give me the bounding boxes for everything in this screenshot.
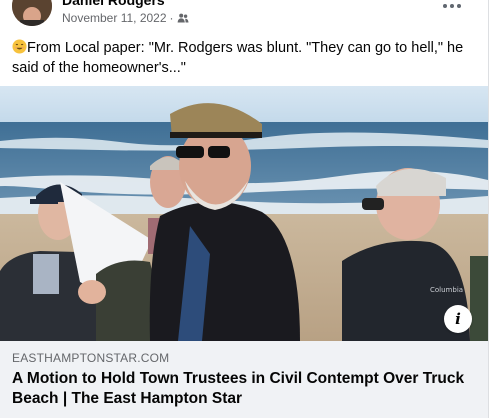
more-options-button[interactable] bbox=[438, 0, 466, 18]
post-body: From Local paper: "Mr. Rodgers was blunt… bbox=[12, 40, 464, 76]
more-dot bbox=[457, 4, 461, 8]
post-text: From Local paper: "Mr. Rodgers was blunt… bbox=[12, 38, 472, 78]
author-name[interactable]: Daniel Rodgers bbox=[62, 0, 165, 8]
friends-icon[interactable] bbox=[177, 12, 189, 24]
more-horizontal-icon bbox=[443, 4, 447, 8]
svg-text:Columbia: Columbia bbox=[430, 286, 463, 294]
link-domain: EASTHAMPTONSTAR.COM bbox=[12, 351, 170, 365]
meta-separator: · bbox=[169, 11, 174, 25]
grinning-face-emoji bbox=[12, 39, 27, 54]
post-meta: November 11, 2022 · bbox=[62, 10, 189, 26]
link-caption[interactable]: EASTHAMPTONSTAR.COM A Motion to Hold Tow… bbox=[0, 341, 488, 418]
author-avatar[interactable] bbox=[12, 0, 52, 26]
info-icon: i bbox=[455, 310, 461, 328]
info-button[interactable]: i bbox=[444, 305, 472, 333]
link-preview-image[interactable]: Columbia i bbox=[0, 86, 488, 341]
facebook-post: Daniel Rodgers November 11, 2022 · From … bbox=[0, 0, 489, 418]
link-title[interactable]: A Motion to Hold Town Trustees in Civil … bbox=[12, 369, 472, 409]
more-dot bbox=[450, 4, 454, 8]
post-date[interactable]: November 11, 2022 bbox=[62, 11, 167, 25]
